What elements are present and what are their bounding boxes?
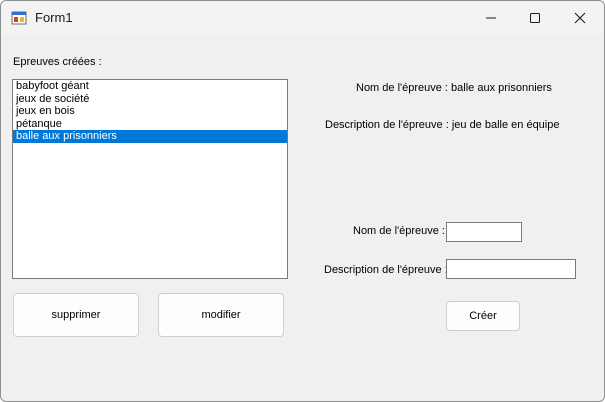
app-icon — [11, 11, 27, 25]
name-input[interactable] — [446, 222, 522, 242]
selected-name-label: Nom de l'épreuve : balle aux prisonniers — [356, 82, 552, 94]
description-field-label: Description de l'épreuve : — [324, 264, 448, 276]
list-item[interactable]: babyfoot géant — [13, 80, 287, 93]
close-button[interactable] — [557, 1, 603, 35]
list-item[interactable]: jeux en bois — [13, 105, 287, 118]
form1-window: Form1 Epreuves créées : babyfoot géant j… — [0, 0, 605, 402]
list-item[interactable]: pétanque — [13, 118, 287, 131]
name-field-label: Nom de l'épreuve : — [353, 225, 445, 237]
close-icon — [574, 12, 586, 24]
create-button[interactable]: Créer — [446, 301, 520, 331]
list-item-selected[interactable]: balle aux prisonniers — [13, 130, 287, 143]
delete-button[interactable]: supprimer — [13, 293, 139, 337]
edit-button[interactable]: modifier — [158, 293, 284, 337]
description-input[interactable] — [446, 259, 576, 279]
title-bar[interactable]: Form1 — [1, 1, 604, 35]
maximize-button[interactable] — [512, 1, 558, 35]
window-title: Form1 — [35, 10, 73, 25]
minimize-icon — [486, 17, 496, 19]
list-item[interactable]: jeux de société — [13, 93, 287, 106]
selected-description-label: Description de l'épreuve : jeu de balle … — [325, 119, 560, 131]
list-label: Epreuves créées : — [13, 56, 102, 68]
minimize-button[interactable] — [468, 1, 514, 35]
epreuves-listbox[interactable]: babyfoot géant jeux de société jeux en b… — [12, 79, 288, 279]
maximize-icon — [530, 13, 540, 23]
